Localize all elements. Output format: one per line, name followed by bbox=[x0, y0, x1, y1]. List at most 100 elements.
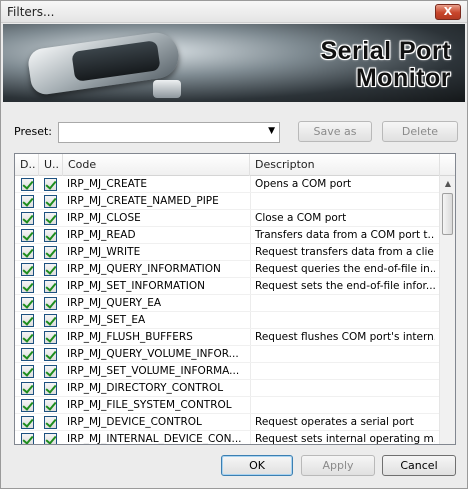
table-row[interactable]: IRP_MJ_FLUSH_BUFFERS Request flushes COM … bbox=[15, 329, 439, 346]
u-checkbox[interactable] bbox=[44, 348, 57, 361]
description-cell: Request sets internal operating m... bbox=[255, 433, 435, 445]
d-checkbox[interactable] bbox=[21, 433, 34, 444]
u-checkbox[interactable] bbox=[44, 399, 57, 412]
u-checkbox[interactable] bbox=[44, 246, 57, 259]
save-as-button[interactable]: Save as bbox=[298, 121, 372, 142]
table-row[interactable]: IRP_MJ_CLOSE Close a COM port bbox=[15, 210, 439, 227]
u-checkbox[interactable] bbox=[44, 416, 57, 429]
close-button[interactable]: X bbox=[435, 4, 461, 20]
table-row[interactable]: IRP_MJ_QUERY_INFORMATION Request queries … bbox=[15, 261, 439, 278]
list-header: D.. U.. Code Descripton bbox=[15, 154, 455, 176]
description-cell: Request operates a serial port bbox=[255, 416, 414, 428]
filter-rows: IRP_MJ_CREATE Opens a COM port IRP_MJ_CREA… bbox=[15, 176, 439, 445]
dropdown-arrow-icon[interactable]: ▼ bbox=[268, 126, 275, 136]
u-checkbox[interactable] bbox=[44, 382, 57, 395]
description-cell: Close a COM port bbox=[255, 212, 347, 224]
description-cell: Request queries the end-of-file in... bbox=[255, 263, 435, 275]
u-checkbox[interactable] bbox=[44, 433, 57, 444]
description-cell bbox=[255, 312, 435, 329]
code-cell: IRP_MJ_CLOSE bbox=[67, 212, 141, 224]
filter-list[interactable]: D.. U.. Code Descripton IRP_MJ_CREATE Ope… bbox=[14, 153, 456, 445]
d-checkbox[interactable] bbox=[21, 246, 34, 259]
d-checkbox[interactable] bbox=[21, 297, 34, 310]
u-checkbox[interactable] bbox=[44, 297, 57, 310]
code-cell: IRP_MJ_QUERY_VOLUME_INFOR... bbox=[67, 348, 239, 360]
vertical-scrollbar[interactable]: ▲ bbox=[439, 176, 455, 444]
table-row[interactable]: IRP_MJ_DEVICE_CONTROL Request operates a … bbox=[15, 414, 439, 431]
d-checkbox[interactable] bbox=[21, 263, 34, 276]
column-header-u[interactable]: U.. bbox=[39, 154, 63, 176]
description-cell: Transfers data from a COM port t... bbox=[255, 229, 435, 241]
column-header-description[interactable]: Descripton bbox=[250, 154, 440, 176]
d-checkbox[interactable] bbox=[21, 178, 34, 191]
u-checkbox[interactable] bbox=[44, 365, 57, 378]
code-cell: IRP_MJ_QUERY_INFORMATION bbox=[67, 263, 221, 275]
table-row[interactable]: IRP_MJ_QUERY_VOLUME_INFOR... bbox=[15, 346, 439, 363]
d-checkbox[interactable] bbox=[21, 365, 34, 378]
description-cell bbox=[255, 363, 435, 380]
d-checkbox[interactable] bbox=[21, 212, 34, 225]
code-cell: IRP_MJ_QUERY_EA bbox=[67, 297, 162, 309]
description-cell: Request flushes COM port's intern... bbox=[255, 331, 435, 343]
ok-button[interactable]: OK bbox=[221, 455, 293, 476]
code-cell: IRP_MJ_CREATE_NAMED_PIPE bbox=[67, 195, 219, 207]
scroll-thumb[interactable] bbox=[442, 193, 453, 235]
d-checkbox[interactable] bbox=[21, 229, 34, 242]
description-cell bbox=[255, 397, 435, 414]
u-checkbox[interactable] bbox=[44, 212, 57, 225]
code-cell: IRP_MJ_READ bbox=[67, 229, 136, 241]
table-row[interactable]: IRP_MJ_READ Transfers data from a COM por… bbox=[15, 227, 439, 244]
code-cell: IRP_MJ_FLUSH_BUFFERS bbox=[67, 331, 193, 343]
preset-dropdown[interactable]: ▼ bbox=[58, 122, 280, 143]
apply-button[interactable]: Apply bbox=[301, 455, 375, 476]
code-cell: IRP_MJ_SET_INFORMATION bbox=[67, 280, 205, 292]
table-row[interactable]: IRP_MJ_INTERNAL_DEVICE_CON... Request set… bbox=[15, 431, 439, 445]
d-checkbox[interactable] bbox=[21, 314, 34, 327]
column-header-code[interactable]: Code bbox=[63, 154, 250, 176]
banner-title-line2: Monitor bbox=[355, 64, 451, 92]
code-cell: IRP_MJ_WRITE bbox=[67, 246, 141, 258]
d-checkbox[interactable] bbox=[21, 382, 34, 395]
u-checkbox[interactable] bbox=[44, 280, 57, 293]
table-row[interactable]: IRP_MJ_CREATE Opens a COM port bbox=[15, 176, 439, 193]
d-checkbox[interactable] bbox=[21, 416, 34, 429]
table-row[interactable]: IRP_MJ_DIRECTORY_CONTROL bbox=[15, 380, 439, 397]
cancel-button[interactable]: Cancel bbox=[382, 455, 456, 476]
d-checkbox[interactable] bbox=[21, 195, 34, 208]
description-cell: Request sets the end-of-file infor... bbox=[255, 280, 435, 292]
d-checkbox[interactable] bbox=[21, 280, 34, 293]
banner-title: Serial Port Monitor bbox=[320, 38, 451, 92]
description-cell bbox=[255, 193, 435, 210]
code-cell: IRP_MJ_CREATE bbox=[67, 178, 148, 190]
scroll-up-icon[interactable]: ▲ bbox=[440, 176, 455, 192]
table-row[interactable]: IRP_MJ_SET_EA bbox=[15, 312, 439, 329]
table-row[interactable]: IRP_MJ_CREATE_NAMED_PIPE bbox=[15, 193, 439, 210]
description-cell bbox=[255, 295, 435, 312]
banner-title-line1: Serial Port bbox=[320, 37, 451, 65]
u-checkbox[interactable] bbox=[44, 195, 57, 208]
description-cell bbox=[255, 346, 435, 363]
column-header-d[interactable]: D.. bbox=[15, 154, 39, 176]
delete-button[interactable]: Delete bbox=[382, 121, 458, 142]
table-row[interactable]: IRP_MJ_WRITE Request transfers data from … bbox=[15, 244, 439, 261]
u-checkbox[interactable] bbox=[44, 178, 57, 191]
table-row[interactable]: IRP_MJ_SET_INFORMATION Request sets the e… bbox=[15, 278, 439, 295]
title-bar: Filters... X bbox=[1, 1, 467, 23]
filters-dialog: Filters... X Serial Port Monitor Preset:… bbox=[0, 0, 468, 489]
code-cell: IRP_MJ_INTERNAL_DEVICE_CON... bbox=[67, 433, 242, 445]
d-checkbox[interactable] bbox=[21, 331, 34, 344]
code-cell: IRP_MJ_DIRECTORY_CONTROL bbox=[67, 382, 224, 394]
d-checkbox[interactable] bbox=[21, 348, 34, 361]
u-checkbox[interactable] bbox=[44, 314, 57, 327]
table-row[interactable]: IRP_MJ_QUERY_EA bbox=[15, 295, 439, 312]
d-checkbox[interactable] bbox=[21, 399, 34, 412]
table-row[interactable]: IRP_MJ_FILE_SYSTEM_CONTROL bbox=[15, 397, 439, 414]
description-cell: Opens a COM port bbox=[255, 178, 352, 190]
u-checkbox[interactable] bbox=[44, 331, 57, 344]
u-checkbox[interactable] bbox=[44, 263, 57, 276]
window-title: Filters... bbox=[7, 5, 55, 19]
u-checkbox[interactable] bbox=[44, 229, 57, 242]
table-row[interactable]: IRP_MJ_SET_VOLUME_INFORMA... bbox=[15, 363, 439, 380]
serial-connector-screw bbox=[153, 80, 181, 98]
description-cell bbox=[255, 380, 435, 397]
